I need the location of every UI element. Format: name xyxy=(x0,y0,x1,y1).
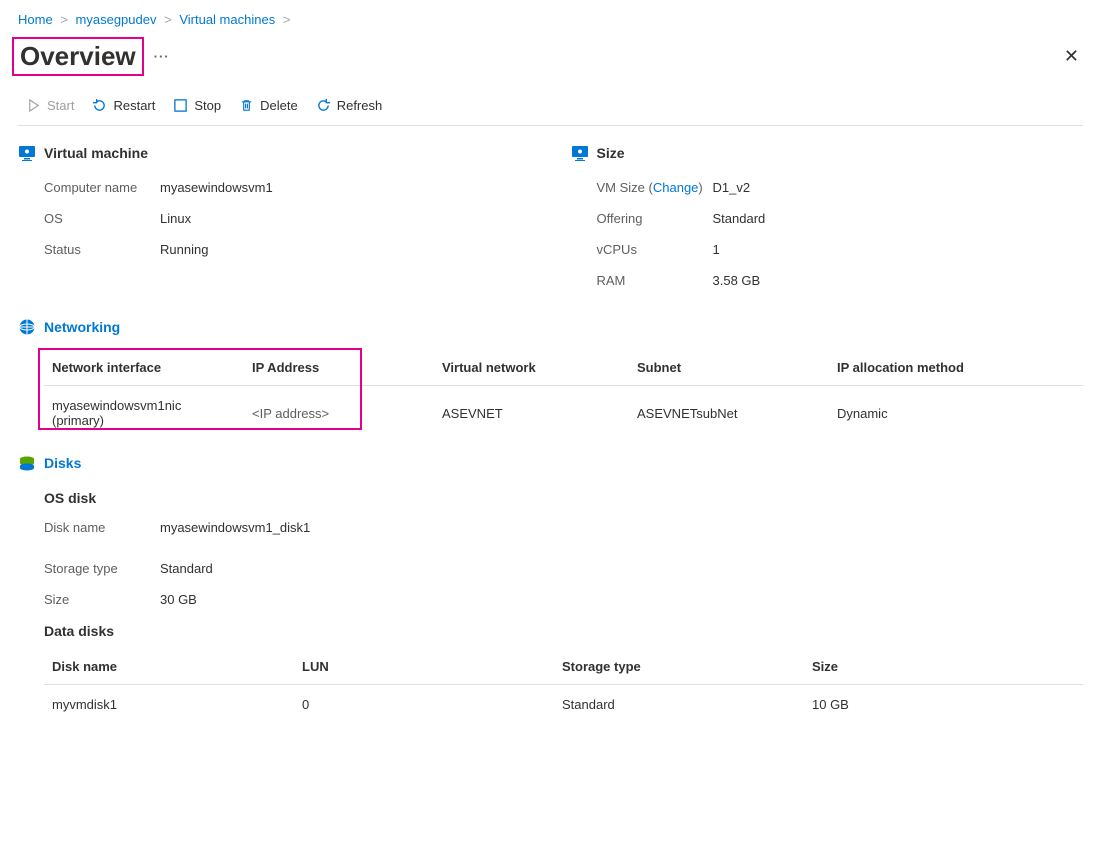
col-size: Size xyxy=(804,649,1083,685)
refresh-button[interactable]: Refresh xyxy=(316,98,383,113)
refresh-icon xyxy=(316,98,331,113)
vm-section: Virtual machine Computer namemyasewindow… xyxy=(18,140,531,296)
os-disk-heading: OS disk xyxy=(18,482,1083,512)
vmsize-change-link[interactable]: Change xyxy=(653,180,699,195)
dd-size-value: 10 GB xyxy=(804,685,1083,725)
col-alloc: IP allocation method xyxy=(829,350,1083,386)
chevron-right-icon: > xyxy=(279,12,295,27)
computer-name-value: myasewindowsvm1 xyxy=(160,180,273,195)
disksize-value: 30 GB xyxy=(160,592,197,607)
ram-label: RAM xyxy=(597,273,713,288)
os-value: Linux xyxy=(160,211,191,226)
crumb-section[interactable]: Virtual machines xyxy=(179,12,275,27)
table-row[interactable]: myasewindowsvm1nic (primary) <IP address… xyxy=(44,386,1083,441)
network-icon xyxy=(18,318,36,336)
disksize-label: Size xyxy=(44,592,160,607)
subnet-value: ASEVNETsubNet xyxy=(629,386,829,441)
crumb-home[interactable]: Home xyxy=(18,12,53,27)
nic-value: myasewindowsvm1nic (primary) xyxy=(44,386,244,441)
vm-icon xyxy=(18,144,36,162)
offering-value: Standard xyxy=(713,211,766,226)
delete-button[interactable]: Delete xyxy=(239,98,298,113)
os-label: OS xyxy=(44,211,160,226)
diskname-value: myasewindowsvm1_disk1 xyxy=(160,520,310,535)
toolbar: Start Restart Stop Delete Refresh xyxy=(18,90,1083,126)
dd-name-value: myvmdisk1 xyxy=(44,685,294,725)
ram-value: 3.58 GB xyxy=(713,273,761,288)
stop-button[interactable]: Stop xyxy=(173,98,221,113)
col-subnet: Subnet xyxy=(629,350,829,386)
vmsize-value: D1_v2 xyxy=(713,180,751,195)
dd-storage-value: Standard xyxy=(554,685,804,725)
storage-value: Standard xyxy=(160,561,213,576)
trash-icon xyxy=(239,98,254,113)
col-vnet: Virtual network xyxy=(434,350,629,386)
vm-heading: Virtual machine xyxy=(44,145,148,161)
col-diskname: Disk name xyxy=(44,649,294,685)
status-value: Running xyxy=(160,242,208,257)
start-button: Start xyxy=(26,98,74,113)
disks-section: Disks OS disk Disk namemyasewindowsvm1_d… xyxy=(18,450,1083,724)
networking-heading-link[interactable]: Networking xyxy=(18,314,1083,346)
close-icon[interactable]: ✕ xyxy=(1060,42,1083,71)
crumb-resource[interactable]: myasegpudev xyxy=(76,12,157,27)
col-nic: Network interface xyxy=(44,350,244,386)
alloc-value: Dynamic xyxy=(829,386,1083,441)
size-heading: Size xyxy=(597,145,625,161)
data-disks-table: Disk name LUN Storage type Size myvmdisk… xyxy=(44,649,1083,724)
ip-value: <IP address> xyxy=(244,386,434,441)
disks-icon xyxy=(18,454,36,472)
vcpus-label: vCPUs xyxy=(597,242,713,257)
vnet-value: ASEVNET xyxy=(434,386,629,441)
diskname-label: Disk name xyxy=(44,520,160,535)
col-storage: Storage type xyxy=(554,649,804,685)
stop-icon xyxy=(173,98,188,113)
disks-heading-link[interactable]: Disks xyxy=(18,450,1083,482)
restart-icon xyxy=(92,98,107,113)
more-menu-icon[interactable]: ··· xyxy=(154,49,170,64)
table-row[interactable]: myvmdisk1 0 Standard 10 GB xyxy=(44,685,1083,725)
size-section: Size VM Size (Change) D1_v2 OfferingStan… xyxy=(571,140,1084,296)
networking-section: Networking Network interface IP Address … xyxy=(18,314,1083,440)
chevron-right-icon: > xyxy=(56,12,72,27)
size-icon xyxy=(571,144,589,162)
chevron-right-icon: > xyxy=(160,12,176,27)
data-disks-heading: Data disks xyxy=(18,615,1083,645)
restart-button[interactable]: Restart xyxy=(92,98,155,113)
storage-label: Storage type xyxy=(44,561,160,576)
breadcrumb: Home > myasegpudev > Virtual machines > xyxy=(18,8,1083,35)
vmsize-label: VM Size (Change) xyxy=(597,180,713,195)
col-lun: LUN xyxy=(294,649,554,685)
status-label: Status xyxy=(44,242,160,257)
dd-lun-value: 0 xyxy=(294,685,554,725)
col-ip: IP Address xyxy=(244,350,434,386)
play-icon xyxy=(26,98,41,113)
title-row: Overview ··· ✕ xyxy=(18,35,1083,90)
computer-name-label: Computer name xyxy=(44,180,160,195)
page-title: Overview xyxy=(12,37,144,76)
vcpus-value: 1 xyxy=(713,242,720,257)
offering-label: Offering xyxy=(597,211,713,226)
networking-table: Network interface IP Address Virtual net… xyxy=(44,350,1083,440)
